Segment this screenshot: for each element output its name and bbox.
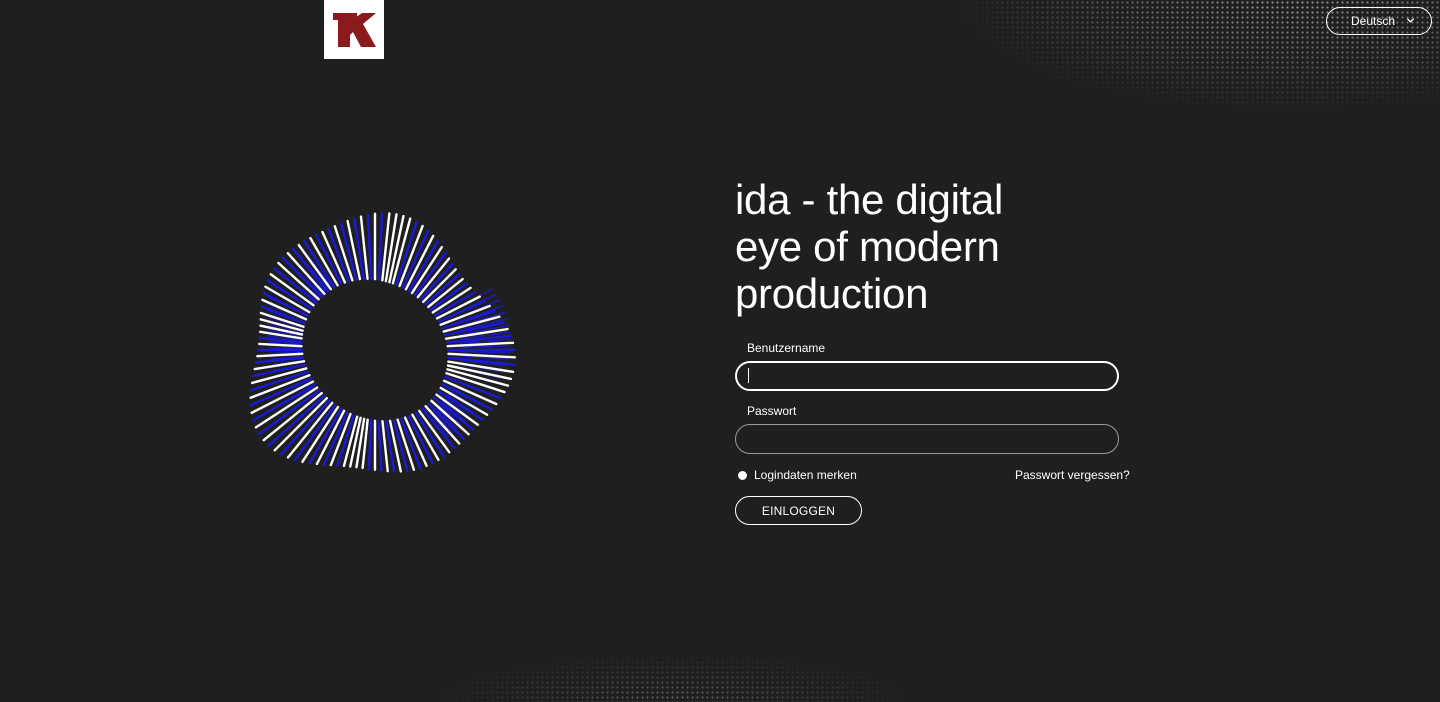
language-select[interactable]: Deutsch (1326, 7, 1432, 35)
ring-stroke (377, 212, 384, 281)
remember-login-label: Logindaten merken (754, 468, 857, 482)
username-label: Benutzername (747, 341, 826, 355)
chevron-down-icon (1406, 18, 1415, 23)
ring-stroke (366, 213, 373, 281)
remember-login-toggle[interactable]: Logindaten merken (738, 468, 857, 482)
ring-stroke (460, 350, 510, 354)
remember-radio-icon[interactable] (738, 470, 747, 480)
language-select-value: Deutsch (1351, 14, 1396, 28)
forgot-password-link[interactable]: Passwort vergessen? (1015, 468, 1130, 482)
logo-mark-icon (333, 12, 376, 47)
ring-stroke (367, 419, 373, 471)
eye-ring-graphic (249, 212, 517, 473)
ring-stroke (377, 419, 383, 472)
login-button[interactable]: EINLOGGEN (735, 496, 862, 525)
password-input[interactable] (735, 424, 1119, 454)
ring-stroke (411, 413, 440, 462)
headline-line-3: production (735, 270, 929, 317)
username-input[interactable] (735, 361, 1119, 391)
headline-line-2: eye of modern (735, 223, 1000, 270)
company-logo[interactable] (324, 0, 384, 59)
password-label: Passwort (747, 404, 797, 418)
halftone-pattern-bottom (440, 640, 960, 702)
login-page: Deutsch ida - the digital eye of modern … (0, 0, 1440, 702)
headline-line-1: ida - the digital (735, 176, 1004, 223)
page-headline: ida - the digital eye of modern producti… (735, 176, 1135, 317)
ring-stroke (256, 352, 304, 358)
text-caret (748, 368, 749, 383)
ring-stroke (269, 346, 302, 350)
